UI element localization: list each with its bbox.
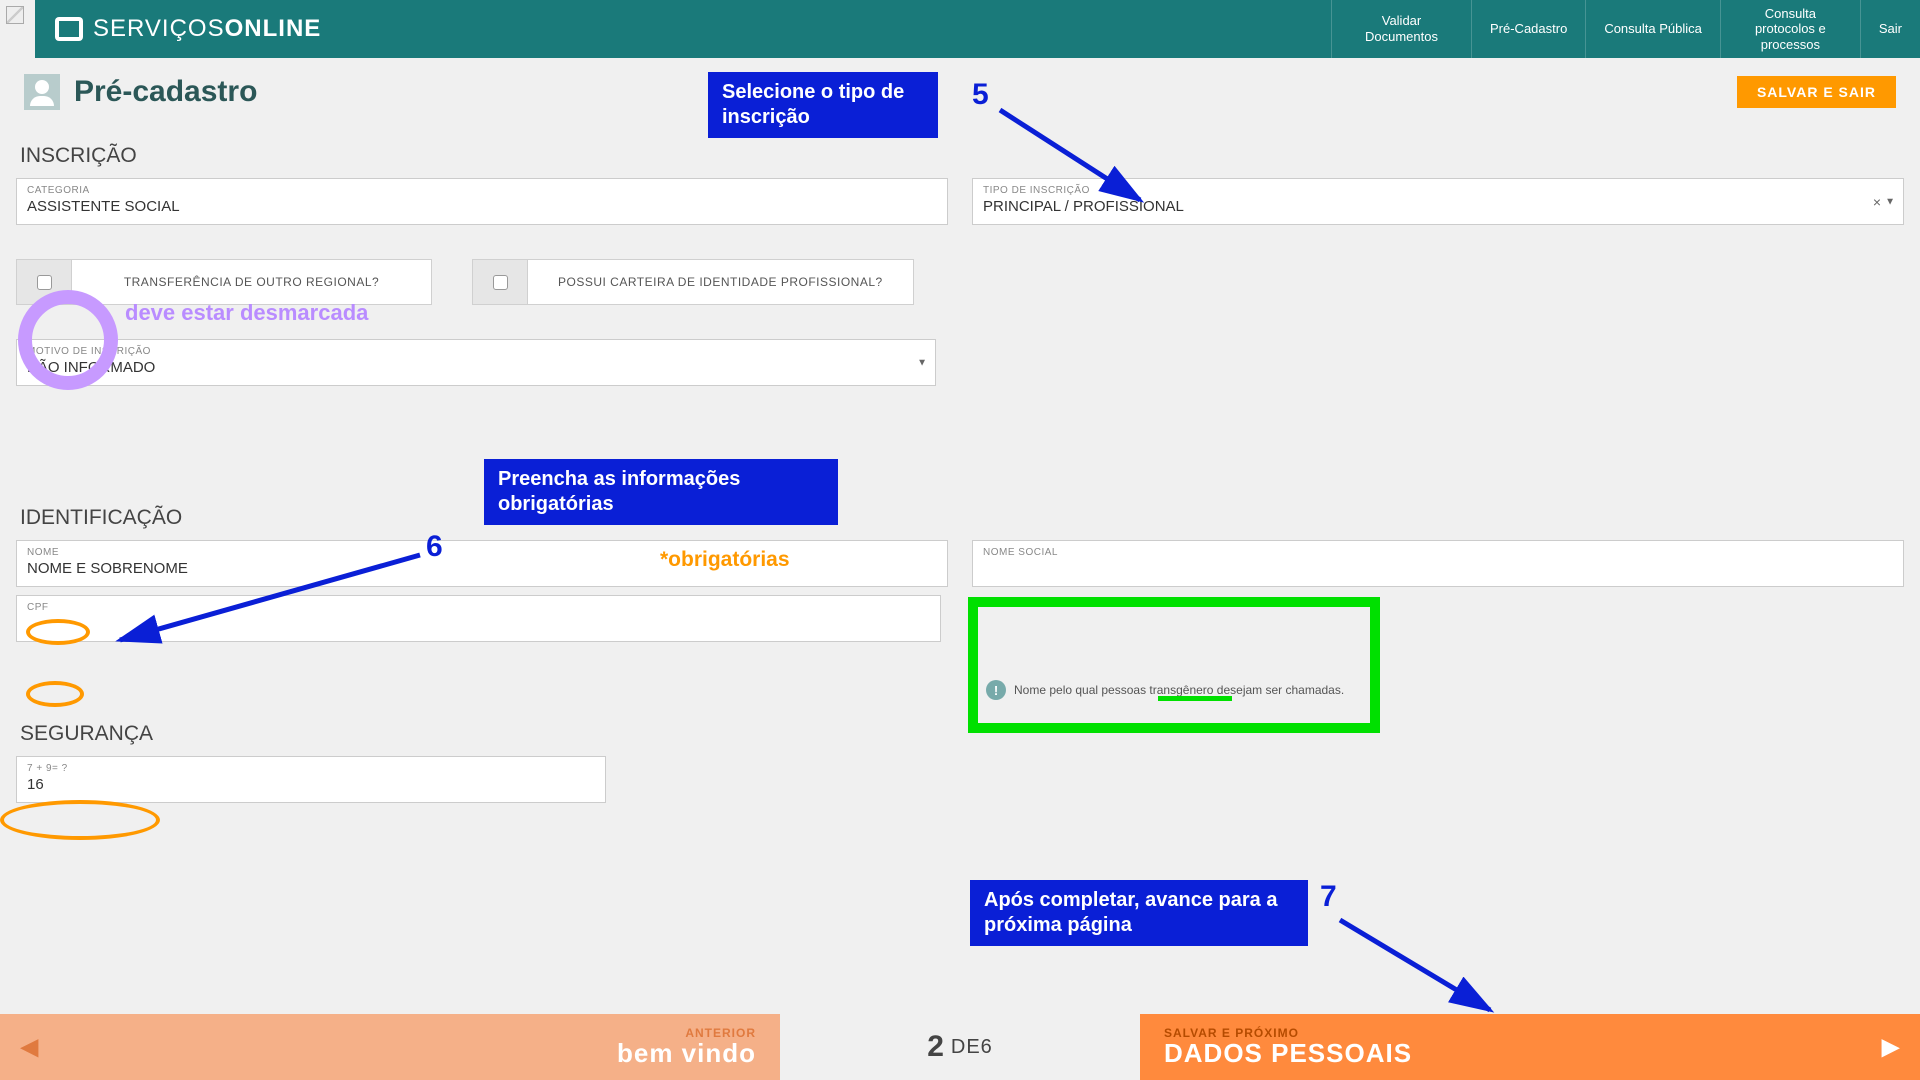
brand-right: ONLINE [225,15,322,42]
form-content: INSCRIÇÃO CATEGORIA ASSISTENTE SOCIAL TI… [0,118,1920,923]
info-note-text: Nome pelo qual pessoas transgênero desej… [1014,683,1344,697]
nav-consulta-publica[interactable]: Consulta Pública [1585,0,1720,58]
nome-social-label: NOME SOCIAL [983,547,1893,558]
annotation-obrigatorias: *obrigatórias [660,548,790,572]
nome-social-field[interactable]: NOME SOCIAL [972,540,1904,587]
annotation-7-arrow [1330,910,1530,1030]
categoria-label: CATEGORIA [27,185,937,196]
transferencia-label: TRANSFERÊNCIA DE OUTRO REGIONAL? [72,259,432,305]
section-seguranca-title: SEGURANÇA [20,722,1904,746]
categoria-value: ASSISTENTE SOCIAL [27,198,937,218]
identificacao-row-1: NOME NOME E SOBRENOME NOME SOCIAL [16,540,1904,587]
logo-block: SERVIÇOSONLINE [35,0,341,58]
nome-social-value [983,560,1893,580]
categoria-field[interactable]: CATEGORIA ASSISTENTE SOCIAL [16,178,948,225]
chevron-down-icon[interactable]: ▼ [917,357,927,368]
checkbox-row: TRANSFERÊNCIA DE OUTRO REGIONAL? POSSUI … [16,259,1904,305]
motivo-row: MOTIVO DE INSCRIÇÃO NÃO INFORMADO ▼ [16,339,1904,386]
annotation-6-number: 6 [426,530,443,564]
chevron-left-icon: ◀ [20,1033,38,1062]
logo-icon [55,17,83,41]
transferencia-checkbox[interactable] [37,275,52,290]
seguranca-row: 7 + 9= ? 16 [16,756,1904,803]
tipo-inscricao-label: TIPO DE INSCRIÇÃO [983,185,1893,196]
nav-validar-documentos[interactable]: Validar Documentos [1331,0,1471,58]
brand-text: SERVIÇOSONLINE [93,15,321,43]
cpf-label: CPF [27,602,930,613]
nav-sair[interactable]: Sair [1860,0,1920,58]
chevron-right-icon: ▶ [1882,1033,1900,1062]
prev-step-button[interactable]: ◀ ANTERIOR bem vindo [0,1014,780,1080]
broken-image-icon [6,6,24,24]
annotation-6-box: Preencha as informações obrigatórias [484,459,838,525]
title-row: Pré-cadastro SALVAR E SAIR [0,58,1920,118]
nav-consulta-protocolos[interactable]: Consulta protocolos e processos [1720,0,1860,58]
tipo-inscricao-field[interactable]: TIPO DE INSCRIÇÃO PRINCIPAL / PROFISSION… [972,178,1904,225]
captcha-value: 16 [27,776,595,796]
person-icon [24,74,60,110]
step-indicator: 2 DE 6 [780,1014,1140,1080]
motivo-label: MOTIVO DE INSCRIÇÃO [27,346,925,357]
motivo-value: NÃO INFORMADO [27,359,925,379]
carteira-label: POSSUI CARTEIRA DE IDENTIDADE PROFISSION… [528,259,914,305]
carteira-checkbox-wrap[interactable] [472,259,528,305]
cpf-field[interactable]: CPF [16,595,941,642]
section-inscricao-title: INSCRIÇÃO [20,144,1904,168]
annotation-5-box: Selecione o tipo de inscrição [708,72,938,138]
annotation-green-underline [1158,696,1232,701]
annotation-cpf-ellipse [26,681,84,707]
captcha-field[interactable]: 7 + 9= ? 16 [16,756,606,803]
carteira-block: POSSUI CARTEIRA DE IDENTIDADE PROFISSION… [472,259,914,305]
inscricao-row: CATEGORIA ASSISTENTE SOCIAL TIPO DE INSC… [16,178,1904,225]
annotation-nome-ellipse [26,619,90,645]
motivo-field[interactable]: MOTIVO DE INSCRIÇÃO NÃO INFORMADO ▼ [16,339,936,386]
annotation-7-box: Após completar, avance para a próxima pá… [970,880,1308,946]
top-header: SERVIÇOSONLINE Validar Documentos Pré-Ca… [35,0,1920,58]
annotation-purple-circle [18,290,118,390]
annotation-seguranca-ellipse [0,800,160,840]
annotation-7-number: 7 [1320,880,1337,914]
next-big-label: DADOS PESSOAIS [1164,1038,1412,1069]
prev-big-label: bem vindo [617,1038,756,1069]
top-nav: Validar Documentos Pré-Cadastro Consulta… [1331,0,1920,58]
bottom-nav: ◀ ANTERIOR bem vindo 2 DE 6 SALVAR E PRÓ… [0,1014,1920,1080]
tipo-inscricao-value: PRINCIPAL / PROFISSIONAL [983,198,1893,218]
step-total: 6 [981,1036,993,1059]
carteira-checkbox[interactable] [493,275,508,290]
nav-pre-cadastro[interactable]: Pré-Cadastro [1471,0,1585,58]
save-and-exit-button[interactable]: SALVAR E SAIR [1737,76,1896,108]
step-sep: DE [951,1036,981,1059]
annotation-purple-text: deve estar desmarcada [125,300,368,326]
nome-field[interactable]: NOME NOME E SOBRENOME [16,540,948,587]
annotation-green-box [968,597,1380,733]
nome-value: NOME E SOBRENOME [27,560,937,580]
brand-left: SERVIÇOS [93,15,225,42]
next-step-button[interactable]: SALVAR E PRÓXIMO DADOS PESSOAIS ▶ [1140,1014,1920,1080]
page-title: Pré-cadastro [74,75,257,109]
chevron-down-icon[interactable]: ▼ [1885,196,1895,207]
clear-icon[interactable]: × [1873,194,1881,210]
annotation-5-number: 5 [972,78,989,112]
nome-label: NOME [27,547,937,558]
section-identificacao-title: IDENTIFICAÇÃO [20,506,1904,530]
step-current: 2 [927,1030,945,1064]
identificacao-row-2: CPF [16,595,1904,642]
info-icon: ! [986,680,1006,700]
captcha-label: 7 + 9= ? [27,763,595,774]
cpf-value [27,615,930,635]
